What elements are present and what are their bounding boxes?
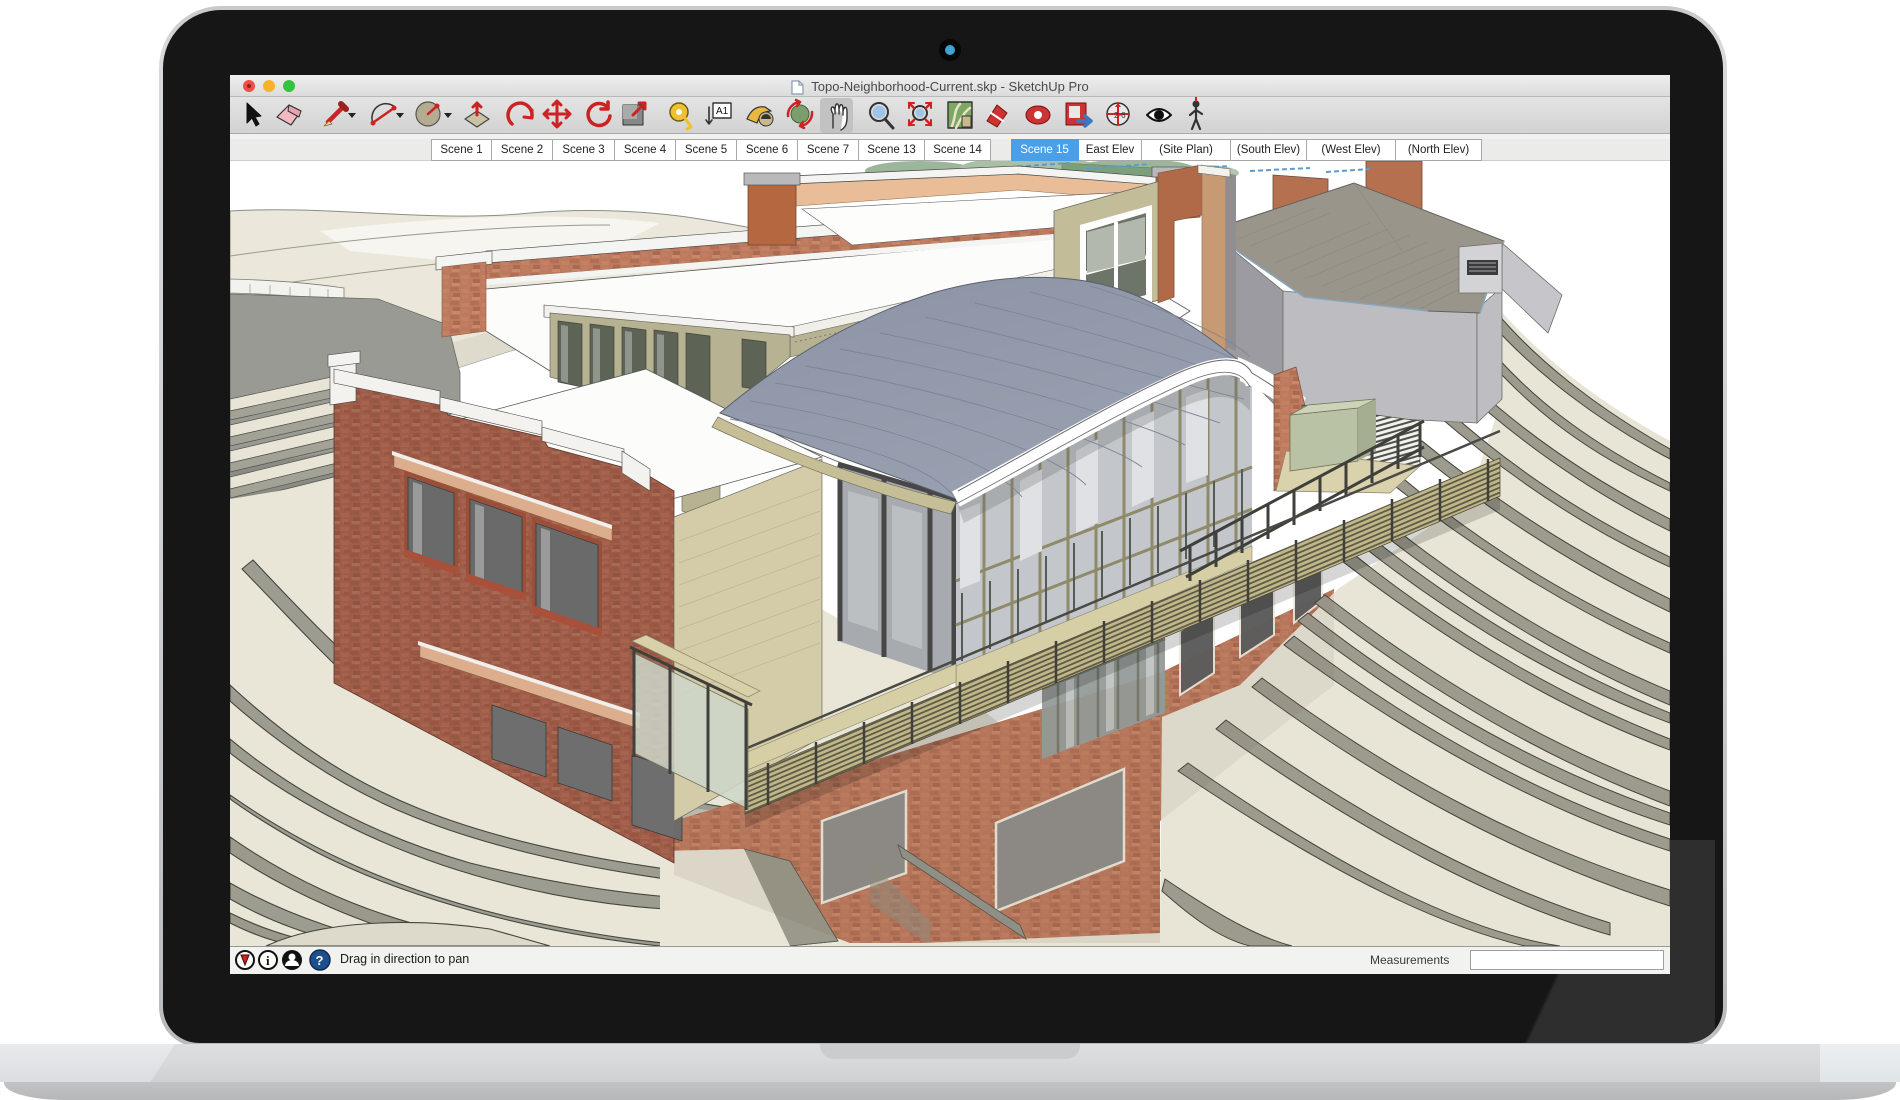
svg-text:?: ? — [316, 953, 324, 968]
svg-text:2-6: 2-6 — [1114, 111, 1126, 120]
svg-text:i: i — [266, 953, 270, 968]
svg-text:A1: A1 — [716, 106, 729, 117]
